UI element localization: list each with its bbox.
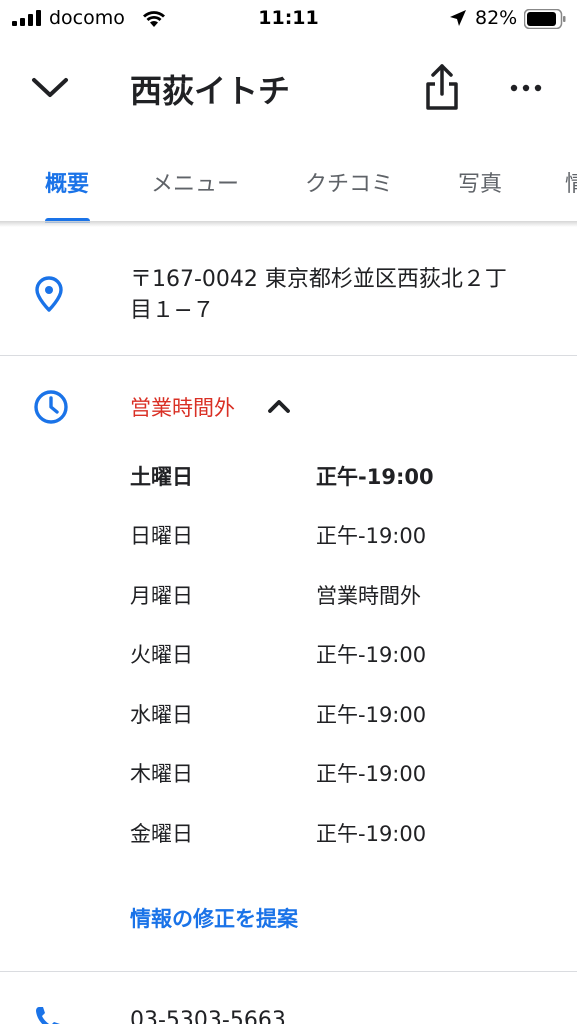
hours-time-monday: 営業時間外 <box>316 584 421 608</box>
address-row[interactable]: 〒167-0042 東京都杉並区西荻北２丁 目１−７ <box>0 238 577 356</box>
hours-day-sunday: 日曜日 <box>130 524 193 548</box>
tab-info[interactable]: 情 <box>565 166 577 198</box>
hours-day-friday: 金曜日 <box>130 822 193 846</box>
hours-day-thursday: 木曜日 <box>130 762 193 786</box>
tab-bar-shadow <box>0 221 577 227</box>
status-bar: docomo 11:11 82% <box>0 0 577 38</box>
more-icon[interactable] <box>506 70 546 106</box>
address-line-1: 〒167-0042 東京都杉並区西荻北２丁 <box>130 267 507 292</box>
hours-time-friday: 正午-19:00 <box>316 822 427 846</box>
hours-status[interactable]: 営業時間外 <box>130 392 235 422</box>
hours-time-thursday: 正午-19:00 <box>316 762 427 786</box>
clock-icon <box>34 390 68 424</box>
chevron-down-icon[interactable] <box>28 66 72 110</box>
tab-menu[interactable]: メニュー <box>151 166 239 198</box>
tab-bar: 概要 メニュー クチコミ 写真 情 <box>0 140 577 224</box>
hours-time-saturday: 正午-19:00 <box>316 465 434 489</box>
hours-time-tuesday: 正午-19:00 <box>316 643 427 667</box>
chevron-up-icon[interactable] <box>265 394 293 418</box>
hours-day-wednesday: 水曜日 <box>130 703 193 727</box>
place-title: 西荻イトチ <box>130 72 291 110</box>
divider <box>0 971 577 972</box>
tab-photos[interactable]: 写真 <box>458 166 502 198</box>
address-text: 〒167-0042 東京都杉並区西荻北２丁 目１−７ <box>130 264 550 326</box>
hours-day-tuesday: 火曜日 <box>130 643 193 667</box>
hours-time-sunday: 正午-19:00 <box>316 524 427 548</box>
tab-reviews[interactable]: クチコミ <box>305 166 393 198</box>
suggest-edit-link[interactable]: 情報の修正を提案 <box>130 903 298 933</box>
share-icon[interactable] <box>420 62 464 114</box>
hours-day-monday: 月曜日 <box>130 584 193 608</box>
location-pin-icon <box>35 276 63 312</box>
battery-icon <box>524 9 566 29</box>
hours-day-saturday: 土曜日 <box>130 465 193 489</box>
phone-number[interactable]: 03-5303-5663 <box>130 1008 286 1024</box>
hours-time-wednesday: 正午-19:00 <box>316 703 427 727</box>
phone-icon <box>36 1007 60 1024</box>
divider <box>0 355 577 356</box>
battery-percent: 82% <box>475 7 518 29</box>
location-arrow-icon <box>450 10 466 26</box>
tab-overview[interactable]: 概要 <box>45 166 89 198</box>
place-header: 西荻イトチ <box>0 38 577 138</box>
address-line-2: 目１−７ <box>130 298 215 323</box>
